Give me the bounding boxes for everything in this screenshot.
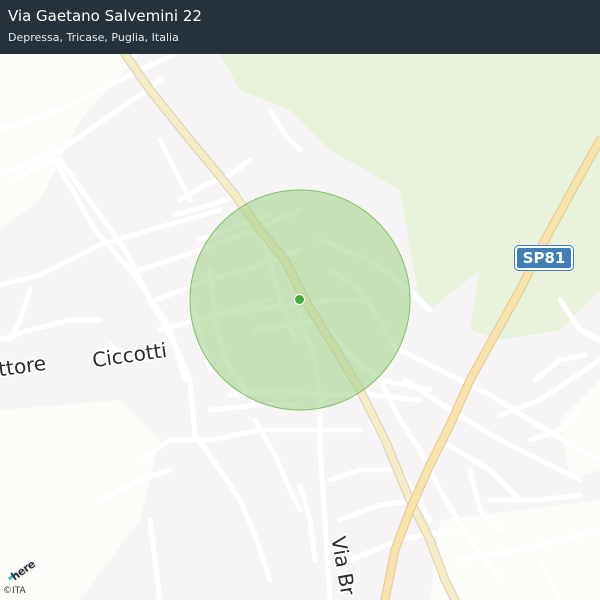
location-header: Via Gaetano Salvemini 22 Depressa, Trica…	[0, 0, 600, 54]
location-dot-icon	[294, 294, 305, 305]
map-view[interactable]: ttore Ciccotti Via Br SP81 here ©ITA	[0, 54, 600, 600]
map-copyright: ©ITA	[3, 586, 26, 596]
address-subtitle: Depressa, Tricase, Puglia, Italia	[8, 31, 179, 44]
route-shield-sp81: SP81	[514, 245, 574, 271]
map-canvas[interactable]: ttore Ciccotti Via Br	[0, 54, 600, 600]
address-title: Via Gaetano Salvemini 22	[8, 7, 202, 25]
